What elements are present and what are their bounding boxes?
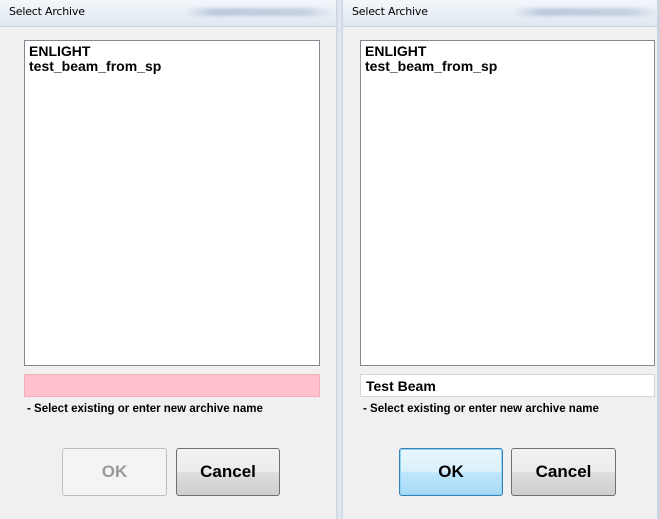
screenshot-stage: Select Archive ENLIGHT test_beam_from_sp… — [0, 0, 660, 519]
archive-name-input[interactable] — [24, 374, 320, 397]
ok-button[interactable]: OK — [399, 448, 503, 496]
archive-listbox[interactable]: ENLIGHT test_beam_from_sp — [24, 40, 320, 366]
archive-name-hint: - Select existing or enter new archive n… — [27, 403, 263, 415]
archive-list-item[interactable]: ENLIGHT — [365, 44, 650, 59]
cancel-button[interactable]: Cancel — [176, 448, 280, 496]
window-border-divider — [336, 0, 343, 519]
select-archive-dialog-filled: Select Archive ENLIGHT test_beam_from_sp… — [343, 0, 660, 519]
dialog-titlebar[interactable]: Select Archive — [343, 0, 660, 27]
archive-list-item[interactable]: ENLIGHT — [29, 44, 315, 59]
archive-name-hint: - Select existing or enter new archive n… — [363, 403, 599, 415]
select-archive-dialog-empty: Select Archive ENLIGHT test_beam_from_sp… — [0, 0, 336, 519]
archive-list-item[interactable]: test_beam_from_sp — [29, 59, 315, 74]
archive-name-input[interactable] — [360, 374, 655, 397]
ok-button-disabled[interactable]: OK — [62, 448, 167, 496]
dialog-title: Select Archive — [352, 5, 428, 18]
blurred-title-text — [513, 8, 658, 16]
blurred-title-text — [185, 8, 333, 16]
dialog-titlebar[interactable]: Select Archive — [0, 0, 336, 27]
archive-list-item[interactable]: test_beam_from_sp — [365, 59, 650, 74]
archive-listbox[interactable]: ENLIGHT test_beam_from_sp — [360, 40, 655, 366]
dialog-title: Select Archive — [9, 5, 85, 18]
cancel-button[interactable]: Cancel — [511, 448, 616, 496]
